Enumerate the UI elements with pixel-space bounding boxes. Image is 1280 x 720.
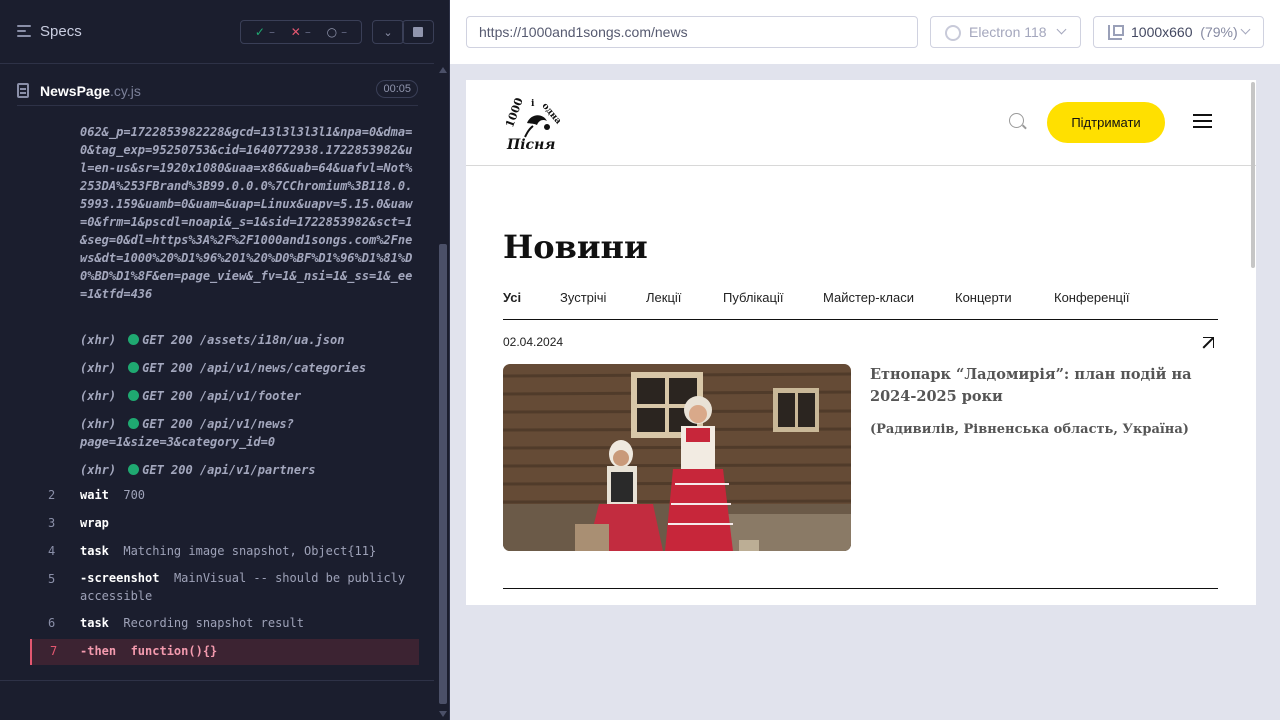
electron-icon: [945, 25, 961, 41]
x-icon: ✕: [290, 25, 301, 39]
specs-header: Specs ✓ – ✕ – ○ – ⌄: [0, 0, 434, 64]
xhr-log-item[interactable]: (xhr) GET 200 /api/v1/footer: [80, 387, 415, 405]
status-dot-icon: [128, 362, 140, 373]
search-icon[interactable]: [1009, 113, 1024, 128]
file-icon: [17, 83, 29, 98]
page-scrollbar[interactable]: [1250, 80, 1256, 605]
divider: [0, 680, 434, 681]
site-logo[interactable]: 1000 і одна Пісня: [503, 93, 569, 153]
scroll-up-icon[interactable]: [439, 67, 447, 73]
spec-file-name: NewsPage.cy.js: [40, 83, 141, 99]
app-under-test-frame: 1000 і одна Пісня Підтримати Новини Усі …: [466, 80, 1256, 605]
status-dot-icon: [128, 418, 140, 429]
pending-icon: ○: [326, 25, 338, 39]
news-category-tabs: Усі Зустрічі Лекції Публікації Майстер-к…: [503, 289, 1218, 320]
chevron-down-icon: [1240, 24, 1251, 35]
status-dot-icon: [128, 390, 140, 401]
specs-list-icon[interactable]: [17, 25, 31, 39]
site-header: 1000 і одна Пісня Підтримати: [466, 80, 1256, 166]
specs-label[interactable]: Specs: [40, 23, 82, 40]
scroll-down-icon[interactable]: [439, 711, 447, 717]
spec-duration: 00:05: [376, 80, 418, 98]
spec-file-row[interactable]: NewsPage.cy.js 00:05: [17, 76, 418, 106]
status-dot-icon: [128, 464, 140, 475]
failed-stat: ✕ –: [290, 25, 311, 39]
tab-concerts[interactable]: Концерти: [955, 290, 1012, 305]
tab-meetings[interactable]: Зустрічі: [560, 290, 606, 305]
xhr-log-item[interactable]: (xhr) GET 200 /api/v1/news?page=1&size=3&…: [80, 415, 415, 451]
svg-text:і: і: [531, 99, 535, 109]
xhr-log-item[interactable]: (xhr) GET 200 /api/v1/partners: [80, 461, 415, 479]
tab-lectures[interactable]: Лекції: [646, 290, 681, 305]
svg-text:Пісня: Пісня: [506, 137, 555, 153]
tab-conferences[interactable]: Конференції: [1054, 290, 1130, 305]
xhr-log-item[interactable]: (xhr) GET 200 /api/v1/news/categories: [80, 359, 415, 377]
collapse-button[interactable]: ⌄: [372, 20, 404, 44]
command-log-scrollbar[interactable]: [437, 64, 449, 720]
scrollbar-thumb[interactable]: [1251, 82, 1255, 268]
tab-workshops[interactable]: Майстер-класи: [823, 290, 914, 305]
scrollbar-thumb[interactable]: [439, 244, 447, 704]
viewport-icon: [1108, 25, 1124, 40]
status-dot-icon: [128, 334, 140, 345]
tab-publications[interactable]: Публікації: [723, 290, 783, 305]
viewport-select[interactable]: 1000x660 (79%): [1093, 16, 1264, 48]
external-link-icon[interactable]: [1203, 337, 1214, 348]
chevron-down-icon: [1056, 24, 1067, 35]
check-icon: ✓: [254, 25, 265, 39]
news-location: (Радивилів, Рівненська область, Україна): [870, 422, 1189, 437]
command-row-active[interactable]: 7 -then function(){}: [30, 639, 419, 665]
news-date: 02.04.2024: [503, 335, 564, 349]
xhr-log-item[interactable]: (xhr) GET 200 /assets/i18n/ua.json: [80, 331, 415, 349]
request-url-text: 062&_p=1722853982228&gcd=13l3l3l3l1&npa=…: [80, 125, 413, 301]
preview-toolbar: https://1000and1songs.com/news Electron …: [450, 0, 1280, 64]
browser-select[interactable]: Electron 118: [930, 16, 1081, 48]
command-log-panel: Specs ✓ – ✕ – ○ – ⌄ NewsPage.cy.js 00:05 06…: [0, 0, 450, 720]
menu-icon[interactable]: [1193, 114, 1212, 128]
command-list: 062&_p=1722853982228&gcd=13l3l3l3l1&npa=…: [30, 120, 419, 680]
page-title: Новини: [503, 228, 648, 266]
stop-button[interactable]: [402, 20, 434, 44]
app-preview-panel: https://1000and1songs.com/news Electron …: [450, 0, 1280, 720]
passed-stat: ✓ –: [254, 25, 275, 39]
stop-icon: [413, 27, 423, 37]
test-stats: ✓ – ✕ – ○ –: [240, 20, 362, 44]
news-title[interactable]: Етнопарк “Ладомирія”: план подій на 2024…: [870, 364, 1200, 408]
svg-text:1000: 1000: [503, 96, 526, 130]
svg-text:одна: одна: [540, 101, 563, 126]
tab-all[interactable]: Усі: [503, 290, 521, 305]
divider: [503, 588, 1218, 589]
support-button[interactable]: Підтримати: [1047, 102, 1165, 143]
url-field[interactable]: https://1000and1songs.com/news: [466, 16, 918, 48]
chevron-down-icon: ⌄: [383, 25, 393, 39]
pending-stat: ○ –: [326, 25, 348, 39]
news-image[interactable]: [503, 364, 851, 551]
